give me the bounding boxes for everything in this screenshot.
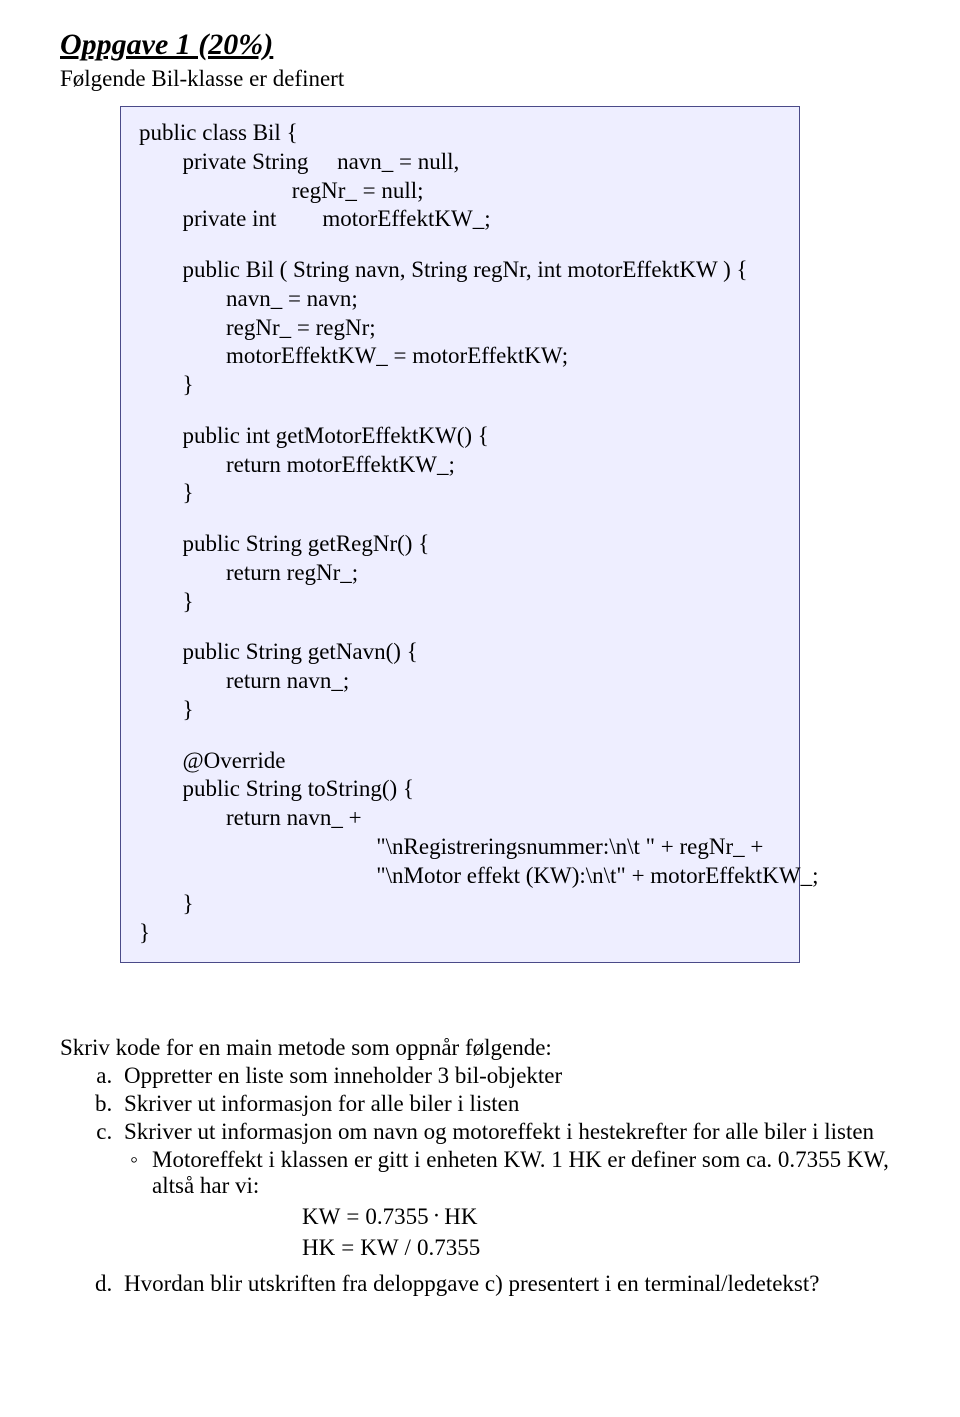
spacer [60, 963, 930, 1035]
question-item-b: Skriver ut informasjon for alle biler i … [118, 1091, 930, 1117]
code-line: private int motorEffektKW_; [139, 205, 781, 234]
code-line: "\nMotor effekt (KW):\n\t" + motorEffekt… [139, 862, 781, 891]
equals-sign: = [341, 1232, 354, 1263]
code-line: public String getNavn() { [139, 638, 781, 667]
formula-line-2: HK = KW / 0.7355 [302, 1232, 930, 1263]
question-c-sublist: Motoreffekt i klassen er gitt i enheten … [124, 1147, 930, 1199]
code-blank-line [139, 508, 781, 530]
equals-sign: = [346, 1201, 359, 1232]
formula-block: KW = 0.7355 · HK HK = KW / 0.7355 [302, 1201, 930, 1263]
code-line: return navn_ + [139, 804, 781, 833]
code-line: return motorEffektKW_; [139, 451, 781, 480]
code-line: public String toString() { [139, 775, 781, 804]
code-line: } [139, 588, 781, 617]
code-line: public int getMotorEffektKW() { [139, 422, 781, 451]
heading-title: Oppgave 1 (20%) [60, 28, 930, 62]
slash-sign: / [405, 1232, 411, 1263]
code-line: regNr_ = null; [139, 177, 781, 206]
code-line: public String getRegNr() { [139, 530, 781, 559]
code-line: return navn_; [139, 667, 781, 696]
code-line: } [139, 479, 781, 508]
code-line: navn_ = navn; [139, 285, 781, 314]
question-item-c-text: Skriver ut informasjon om navn og motore… [124, 1119, 874, 1144]
heading-subtitle: Følgende Bil-klasse er definert [60, 66, 930, 92]
code-line: "\nRegistreringsnummer:\n\t " + regNr_ + [139, 833, 781, 862]
code-line: public Bil ( String navn, String regNr, … [139, 256, 781, 285]
formula-rhs2: HK [444, 1201, 477, 1232]
code-blank-line [139, 400, 781, 422]
code-line: return regNr_; [139, 559, 781, 588]
code-line: } [139, 371, 781, 400]
code-line: regNr_ = regNr; [139, 314, 781, 343]
question-item-c: Skriver ut informasjon om navn og motore… [118, 1119, 930, 1263]
code-box: public class Bil { private String navn_ … [120, 106, 800, 963]
code-line: } [139, 696, 781, 725]
formula-rhs2: 0.7355 [417, 1232, 480, 1263]
formula-lhs: HK [302, 1232, 335, 1263]
code-line: private String navn_ = null, [139, 148, 781, 177]
code-blank-line [139, 234, 781, 256]
formula-line-1: KW = 0.7355 · HK [302, 1201, 930, 1232]
code-line: @Override [139, 747, 781, 776]
question-item-a: Oppretter en liste som inneholder 3 bil-… [118, 1063, 930, 1089]
question-item-d: Hvordan blir utskriften fra deloppgave c… [118, 1271, 930, 1297]
formula-lhs: KW [302, 1201, 340, 1232]
code-blank-line [139, 616, 781, 638]
multiplication-dot: · [433, 1200, 441, 1231]
code-line: } [139, 890, 781, 919]
code-line: public class Bil { [139, 119, 781, 148]
page-root: Oppgave 1 (20%) Følgende Bil-klasse er d… [0, 0, 960, 1329]
question-intro: Skriv kode for en main metode som oppnår… [60, 1035, 930, 1061]
code-line: motorEffektKW_ = motorEffektKW; [139, 342, 781, 371]
code-line: } [139, 919, 781, 948]
question-c-subitem: Motoreffekt i klassen er gitt i enheten … [152, 1147, 930, 1199]
question-list: Oppretter en liste som inneholder 3 bil-… [60, 1063, 930, 1297]
code-blank-line [139, 725, 781, 747]
formula-rhs1: KW [360, 1232, 398, 1263]
formula-rhs1: 0.7355 [365, 1201, 428, 1232]
